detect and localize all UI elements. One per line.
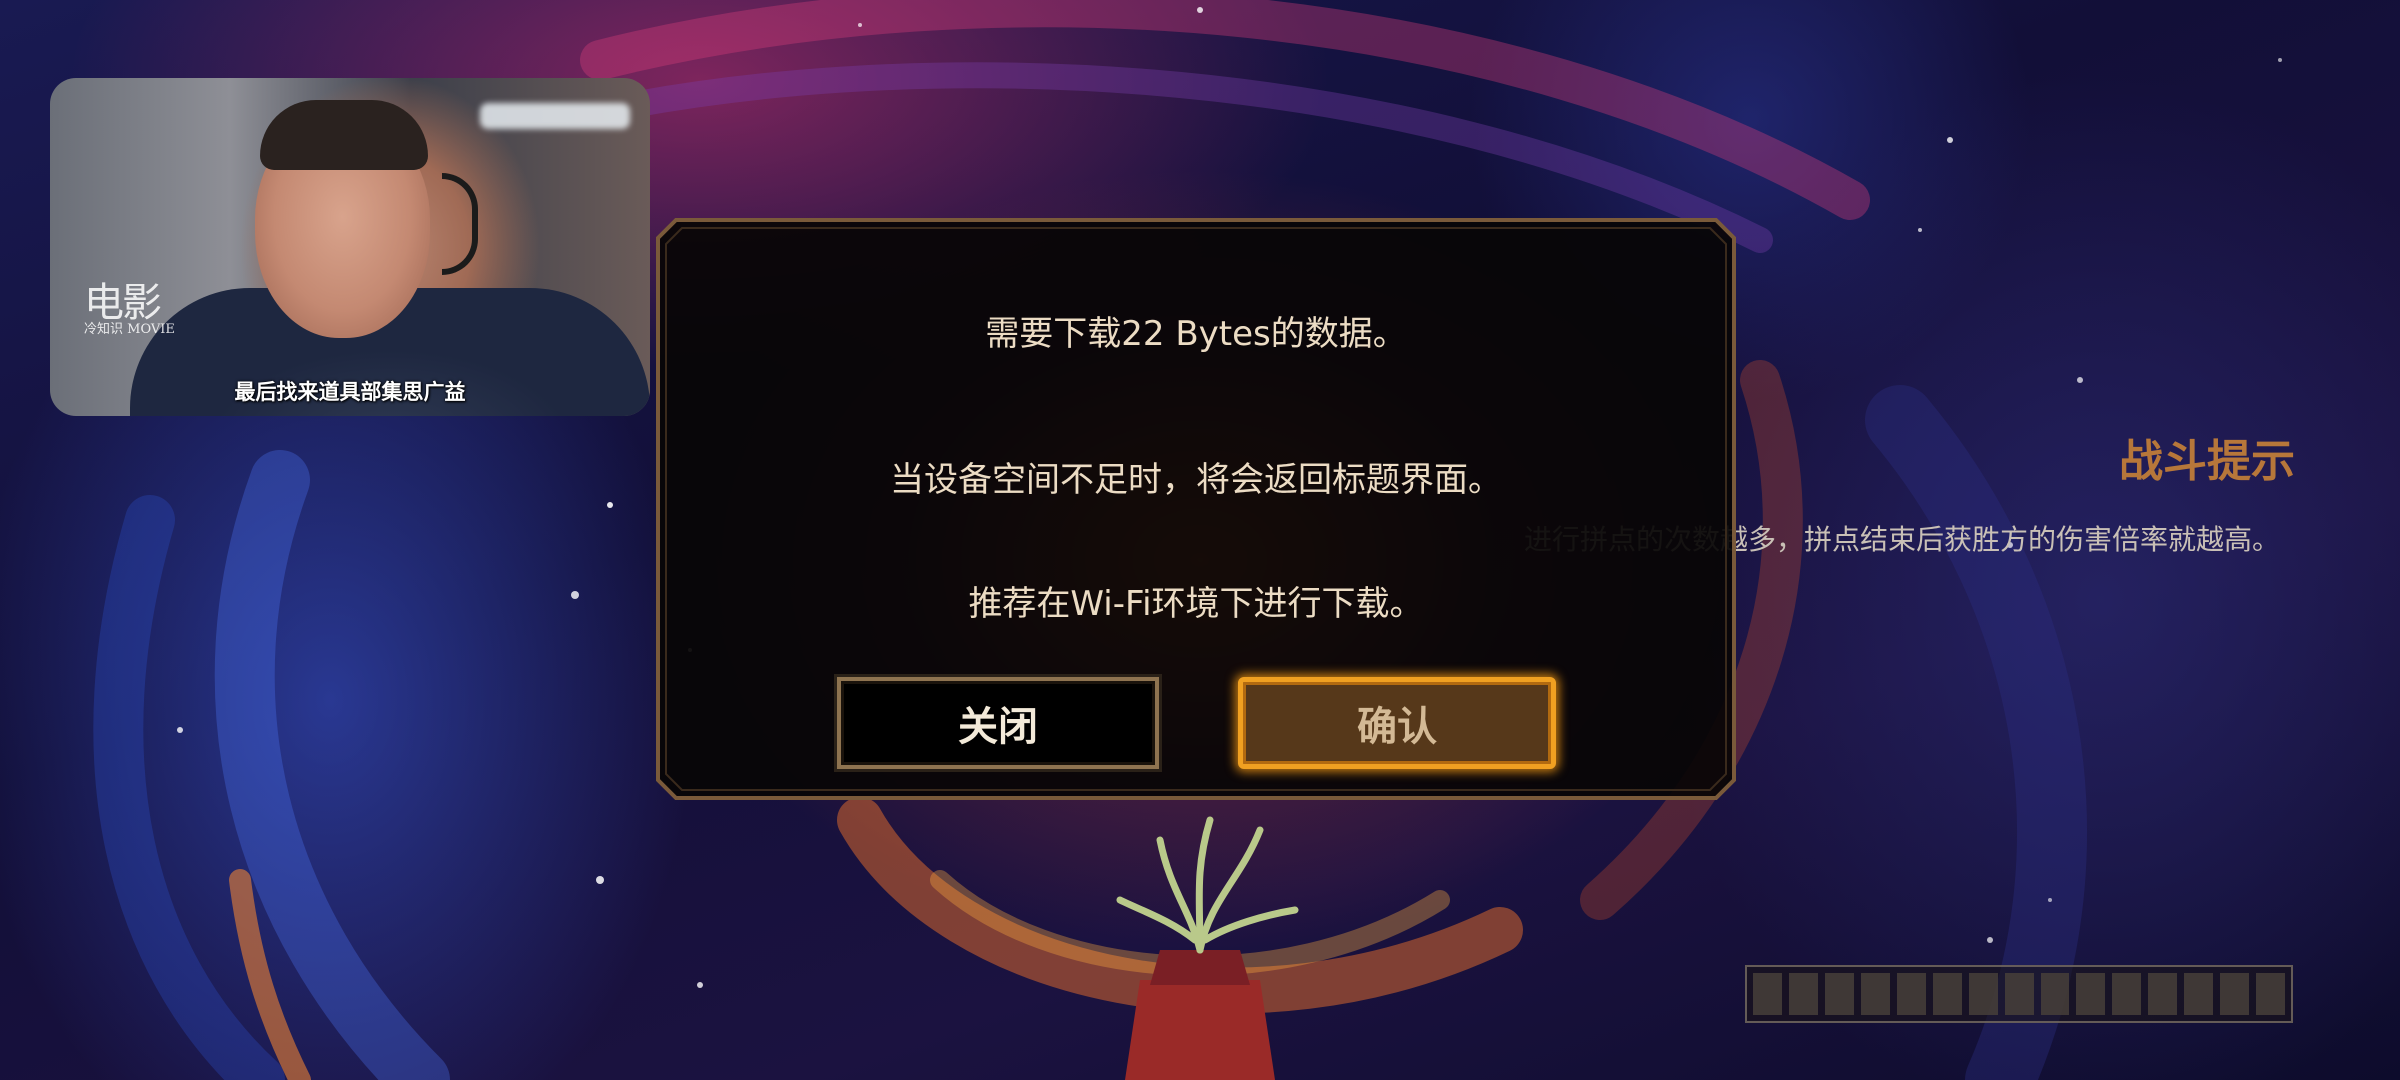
watermark-small: 冷知识	[84, 322, 124, 337]
progress-segment	[1968, 973, 1998, 1015]
confirm-button[interactable]: 确认	[1238, 677, 1556, 769]
progress-segment	[2148, 973, 2178, 1015]
loading-progress-bar	[1745, 965, 2293, 1023]
dialog-message-size: 需要下载22 Bytes的数据。	[985, 314, 1407, 354]
progress-segment	[2184, 973, 2214, 1015]
progress-segment	[1932, 973, 1962, 1015]
dialog-message-wifi: 推荐在Wi-Fi环境下进行下载。	[968, 584, 1424, 624]
hair-image	[260, 100, 428, 170]
progress-segment	[2112, 973, 2142, 1015]
headset-image	[442, 173, 478, 275]
progress-segment	[2004, 973, 2034, 1015]
video-overlay[interactable]: 电影 冷知识 MOVIE 最后找来道具部集思广益	[50, 78, 650, 416]
ceiling-lights	[480, 103, 630, 129]
progress-segment	[1896, 973, 1926, 1015]
dialog-message-storage: 当设备空间不足时，将会返回标题界面。	[890, 460, 1502, 500]
watermark-main: 电影	[84, 280, 162, 326]
watermark-logo: 电影 冷知识 MOVIE	[84, 283, 175, 337]
progress-segment	[2040, 973, 2070, 1015]
progress-segment	[1788, 973, 1818, 1015]
close-button[interactable]: 关闭	[837, 677, 1159, 769]
progress-segment	[1860, 973, 1890, 1015]
progress-segment	[2076, 973, 2106, 1015]
character-figure	[1116, 816, 1299, 1080]
progress-segment	[2220, 973, 2250, 1015]
progress-segment	[2256, 973, 2286, 1015]
battle-tip-title: 战斗提示	[2119, 436, 2295, 487]
watermark-tag: MOVIE	[127, 322, 175, 337]
game-screen: 电影 冷知识 MOVIE 最后找来道具部集思广益 战斗提示 进行拼点的次数越多，…	[0, 0, 2400, 1080]
progress-segment	[1753, 973, 1782, 1015]
video-subtitle: 最后找来道具部集思广益	[234, 380, 466, 404]
progress-segment	[1824, 973, 1854, 1015]
